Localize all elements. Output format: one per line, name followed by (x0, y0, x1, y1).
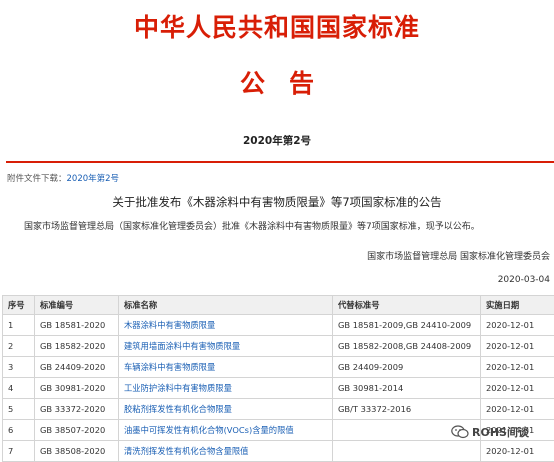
cell-name-link[interactable]: 工业防护涂料中有害物质限量 (119, 378, 333, 399)
table-row: 2 GB 18582-2020 建筑用墙面涂料中有害物质限量 GB 18582-… (3, 336, 554, 357)
watermark: ROHS间谈 (451, 424, 529, 440)
cell-replaces: GB 24409-2009 (333, 357, 481, 378)
col-header-index: 序号 (3, 296, 35, 315)
wechat-icon (451, 425, 469, 439)
cell-replaces: GB 30981-2014 (333, 378, 481, 399)
col-header-name: 标准名称 (119, 296, 333, 315)
cell-name-link[interactable]: 清洗剂挥发性有机化合物含量限值 (119, 441, 333, 462)
table-header-row: 序号 标准编号 标准名称 代替标准号 实施日期 (3, 296, 554, 315)
table-row: 5 GB 33372-2020 胶粘剂挥发性有机化合物限量 GB/T 33372… (3, 399, 554, 420)
cell-index: 6 (3, 420, 35, 441)
attachment-line: 附件文件下载：2020年第2号 (7, 172, 119, 184)
table-row: 1 GB 18581-2020 木器涂料中有害物质限量 GB 18581-200… (3, 315, 554, 336)
cell-code: GB 18582-2020 (35, 336, 119, 357)
notice-heading: 公告 (0, 64, 554, 100)
red-divider (6, 161, 554, 163)
cell-date: 2020-12-01 (481, 378, 554, 399)
cell-code: GB 18581-2020 (35, 315, 119, 336)
cell-code: GB 33372-2020 (35, 399, 119, 420)
cell-replaces (333, 441, 481, 462)
cell-date: 2020-12-01 (481, 315, 554, 336)
cell-name-link[interactable]: 建筑用墙面涂料中有害物质限量 (119, 336, 333, 357)
cell-code: GB 38508-2020 (35, 441, 119, 462)
col-header-code: 标准编号 (35, 296, 119, 315)
col-header-replaces: 代替标准号 (333, 296, 481, 315)
cell-replaces: GB/T 33372-2016 (333, 399, 481, 420)
table-row: 7 GB 38508-2020 清洗剂挥发性有机化合物含量限值 2020-12-… (3, 441, 554, 462)
watermark-text: ROHS间谈 (472, 424, 529, 440)
cell-replaces: GB 18581-2009,GB 24410-2009 (333, 315, 481, 336)
cell-index: 1 (3, 315, 35, 336)
cell-date: 2020-12-01 (481, 357, 554, 378)
announcement-body: 国家市场监督管理总局（国家标准化管理委员会）批准《木器涂料中有害物质限量》等7项… (24, 219, 480, 232)
cell-replaces: GB 18582-2008,GB 24408-2009 (333, 336, 481, 357)
attachment-label: 附件文件下载： (7, 174, 67, 184)
cell-index: 7 (3, 441, 35, 462)
announcement-signer: 国家市场监督管理总局 国家标准化管理委员会 (367, 249, 550, 262)
cell-index: 3 (3, 357, 35, 378)
cell-date: 2020-12-01 (481, 336, 554, 357)
announcement-title: 关于批准发布《木器涂料中有害物质限量》等7项国家标准的公告 (0, 194, 554, 210)
cell-name-link[interactable]: 油墨中可挥发性有机化合物(VOCs)含量的限值 (119, 420, 333, 441)
cell-date: 2020-12-01 (481, 399, 554, 420)
table-row: 4 GB 30981-2020 工业防护涂料中有害物质限量 GB 30981-2… (3, 378, 554, 399)
cell-index: 4 (3, 378, 35, 399)
page-title: 中华人民共和国国家标准 (0, 8, 554, 44)
issue-number: 2020年第2号 (0, 133, 554, 148)
announcement-date: 2020-03-04 (498, 275, 550, 285)
cell-code: GB 38507-2020 (35, 420, 119, 441)
table-row: 3 GB 24409-2020 车辆涂料中有害物质限量 GB 24409-200… (3, 357, 554, 378)
col-header-date: 实施日期 (481, 296, 554, 315)
cell-name-link[interactable]: 车辆涂料中有害物质限量 (119, 357, 333, 378)
attachment-link[interactable]: 2020年第2号 (67, 174, 120, 184)
cell-name-link[interactable]: 木器涂料中有害物质限量 (119, 315, 333, 336)
cell-date: 2020-12-01 (481, 441, 554, 462)
cell-code: GB 30981-2020 (35, 378, 119, 399)
cell-index: 5 (3, 399, 35, 420)
cell-code: GB 24409-2020 (35, 357, 119, 378)
cell-index: 2 (3, 336, 35, 357)
cell-name-link[interactable]: 胶粘剂挥发性有机化合物限量 (119, 399, 333, 420)
